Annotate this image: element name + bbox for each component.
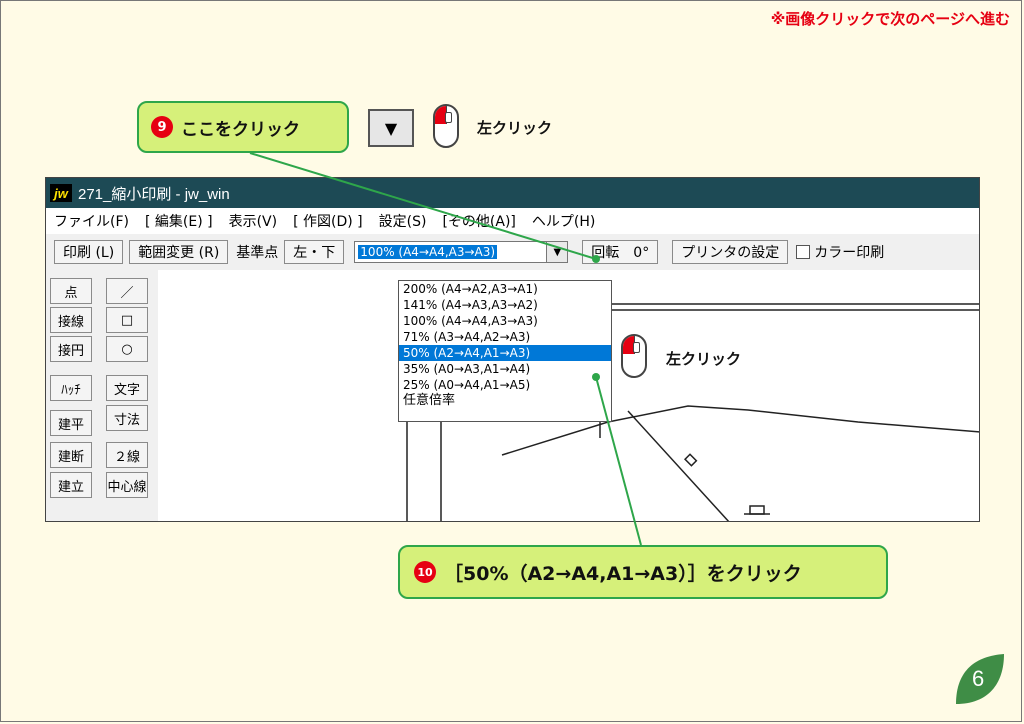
tool-circle[interactable]: ○ <box>106 336 148 362</box>
menu-edit[interactable]: [ 編集(E) ] <box>137 211 221 231</box>
color-print-label: カラー印刷 <box>814 245 885 261</box>
next-page-note[interactable]: ※画像クリックで次のページへ進む <box>771 8 1010 29</box>
tool-rectangle[interactable]: □ <box>106 307 148 333</box>
range-change-button[interactable]: 範囲変更 (R) <box>129 240 229 264</box>
tool-text[interactable]: 文字 <box>106 375 148 401</box>
left-click-hint-1: 左クリック <box>477 119 553 137</box>
tool-palette: 点 接線 接円 ﾊｯﾁ 建平 建断 建立 ／ □ ○ 文字 寸法 ２線 中心線 <box>46 270 158 521</box>
tool-dimension[interactable]: 寸法 <box>106 405 148 431</box>
scale-option-50[interactable]: 50% (A2→A4,A1→A3) <box>399 345 611 361</box>
jw-win-window: jw 271_縮小印刷 - jw_win ファイル(F) [ 編集(E) ] 表… <box>45 177 980 522</box>
tool-elevation[interactable]: 建立 <box>50 472 92 498</box>
step9-number-badge: 9 <box>151 116 173 138</box>
menu-view[interactable]: 表示(V) <box>221 211 286 231</box>
scale-option-35[interactable]: 35% (A0→A3,A1→A4) <box>399 361 611 377</box>
tool-hatch[interactable]: ﾊｯﾁ <box>50 375 92 401</box>
menu-draw[interactable]: [ 作図(D) ] <box>285 211 371 231</box>
step10-callout: 10 ［50%（A2→A4,A1→A3）］をクリック <box>398 545 888 599</box>
scale-combo[interactable]: 100% (A4→A4,A3→A3) ▼ <box>354 241 569 263</box>
mouse-left-click-icon-2 <box>621 334 647 378</box>
page-number: 6 <box>972 666 985 691</box>
printer-settings-button[interactable]: プリンタの設定 <box>672 240 789 264</box>
scale-dropdown-list: 200% (A4→A2,A3→A1) 141% (A4→A3,A3→A2) 10… <box>398 280 612 422</box>
tool-center-line[interactable]: 中心線 <box>106 472 148 498</box>
tool-plan[interactable]: 建平 <box>50 410 92 436</box>
scale-option-141[interactable]: 141% (A4→A3,A3→A2) <box>399 297 611 313</box>
color-print-checkbox[interactable] <box>796 245 811 259</box>
window-title: 271_縮小印刷 - jw_win <box>78 185 230 203</box>
menu-settings[interactable]: 設定(S) <box>371 211 435 231</box>
scale-option-25[interactable]: 25% (A0→A4,A1→A5) <box>399 377 611 393</box>
jw-app-icon: jw <box>50 184 72 202</box>
triangle-down-icon: ▼ <box>384 118 398 138</box>
chevron-down-icon[interactable]: ▼ <box>546 242 568 262</box>
scale-combo-value: 100% (A4→A4,A3→A3) <box>358 245 498 259</box>
scale-option-100[interactable]: 100% (A4→A4,A3→A3) <box>399 313 611 329</box>
left-click-hint-2: 左クリック <box>666 350 742 368</box>
print-toolbar: 印刷 (L) 範囲変更 (R) 基準点 左・下 100% (A4→A4,A3→A… <box>46 234 979 270</box>
step9-text: ここをクリック <box>181 119 300 140</box>
menu-bar: ファイル(F) [ 編集(E) ] 表示(V) [ 作図(D) ] 設定(S) … <box>46 208 979 234</box>
page-number-leaf: 6 <box>950 650 1008 708</box>
tool-section[interactable]: 建断 <box>50 442 92 468</box>
base-point-button[interactable]: 左・下 <box>284 240 345 264</box>
tool-tangent-line[interactable]: 接線 <box>50 307 92 333</box>
mouse-left-click-icon <box>433 104 459 148</box>
tool-line[interactable]: ／ <box>106 278 148 304</box>
menu-other[interactable]: [その他(A)] <box>434 211 523 231</box>
step9-callout: 9 ここをクリック <box>137 101 349 153</box>
base-point-label: 基準点 <box>236 245 279 261</box>
dropdown-arrow-illustration: ▼ <box>368 109 414 147</box>
print-button[interactable]: 印刷 (L) <box>54 240 124 264</box>
scale-option-71[interactable]: 71% (A3→A4,A2→A3) <box>399 329 611 345</box>
scale-option-custom[interactable]: 任意倍率 <box>399 393 611 409</box>
menu-file[interactable]: ファイル(F) <box>46 211 137 231</box>
rotate-button[interactable]: 回転 0° <box>582 240 659 264</box>
tool-tangent-circle[interactable]: 接円 <box>50 336 92 362</box>
menu-help[interactable]: ヘルプ(H) <box>524 211 603 231</box>
tool-point[interactable]: 点 <box>50 278 92 304</box>
scale-option-200[interactable]: 200% (A4→A2,A3→A1) <box>399 281 611 297</box>
tool-double-line[interactable]: ２線 <box>106 442 148 468</box>
step10-text: ［50%（A2→A4,A1→A3）］をクリック <box>444 562 802 585</box>
window-titlebar: jw 271_縮小印刷 - jw_win <box>46 178 979 208</box>
step10-number-badge: 10 <box>414 561 436 583</box>
